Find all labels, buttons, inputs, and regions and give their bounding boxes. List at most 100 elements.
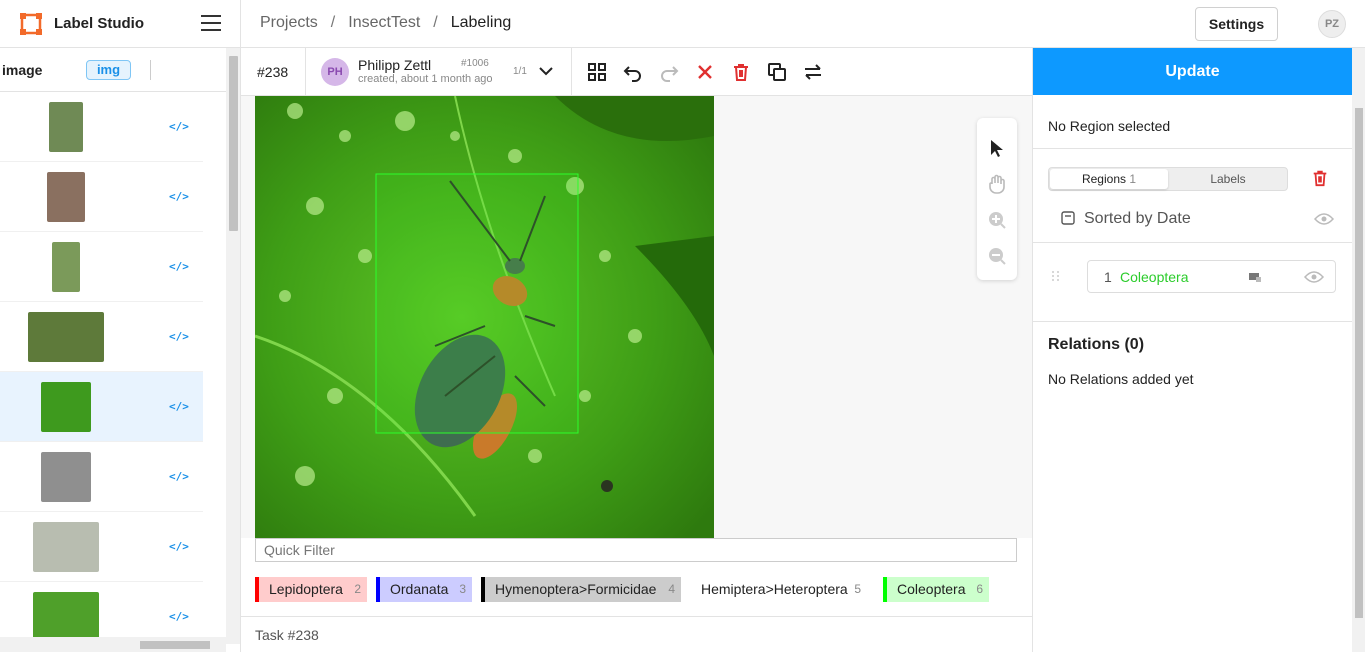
zoom-out-icon[interactable]	[987, 246, 1007, 266]
annotator-name: Philipp Zettl	[358, 57, 432, 73]
region-label: Coleoptera	[1120, 269, 1189, 285]
task-thumbnail[interactable]	[47, 172, 85, 222]
label-chip[interactable]: Hymenoptera>Formicidae 4	[481, 577, 681, 602]
task-thumbnail[interactable]	[52, 242, 80, 292]
swap-icon[interactable]	[803, 62, 823, 82]
label-chip[interactable]: Coleoptera 6	[883, 577, 989, 602]
redo-icon[interactable]	[659, 62, 679, 82]
sort-icon[interactable]	[1061, 211, 1075, 225]
pan-hand-icon[interactable]	[987, 174, 1007, 194]
column-type-badge: img	[86, 60, 131, 80]
reset-close-icon[interactable]	[695, 62, 715, 82]
task-thumbnail[interactable]	[33, 522, 99, 572]
regions-labels-toggle: Regions 1 Labels	[1048, 167, 1288, 191]
code-icon[interactable]: </>	[169, 260, 189, 273]
table-row[interactable]: </>	[0, 442, 203, 512]
code-icon[interactable]: </>	[169, 330, 189, 343]
settings-button[interactable]: Settings	[1195, 7, 1278, 41]
update-button[interactable]: Update	[1033, 48, 1352, 95]
task-thumbnail[interactable]	[41, 452, 91, 502]
sort-order-label[interactable]: Sorted by Date	[1084, 210, 1191, 228]
breadcrumb: Projects / InsectTest / Labeling	[260, 14, 512, 31]
task-footer-label: Task #238	[255, 627, 319, 643]
label-chip[interactable]: Lepidoptera 2	[255, 577, 367, 602]
insect-image[interactable]	[255, 96, 714, 538]
side-panel-scrollbar[interactable]	[1352, 48, 1365, 652]
relations-empty-text: No Relations added yet	[1048, 371, 1194, 387]
breadcrumb-current: Labeling	[450, 14, 512, 31]
undo-icon[interactable]	[623, 62, 643, 82]
app-name: Label Studio	[54, 15, 144, 32]
chevron-down-icon[interactable]	[538, 63, 554, 79]
breadcrumb-projects[interactable]: Projects	[260, 14, 318, 31]
menu-icon[interactable]	[201, 15, 221, 33]
no-region-text: No Region selected	[1048, 118, 1171, 134]
insect-photo	[255, 96, 714, 538]
task-list-hscrollbar[interactable]	[0, 637, 226, 652]
delete-icon[interactable]	[731, 62, 751, 82]
delete-all-regions-icon[interactable]	[1311, 169, 1329, 187]
rectangle-region-icon	[1249, 273, 1261, 282]
labeling-area: #238 PH Philipp Zettl #1006 created, abo…	[241, 48, 1032, 652]
relations-title: Relations (0)	[1048, 336, 1145, 353]
drag-handle-icon[interactable]	[1051, 270, 1061, 282]
task-thumbnail[interactable]	[41, 382, 91, 432]
annotation-meta: created, about 1 month ago	[358, 73, 493, 85]
tab-labels[interactable]: Labels	[1169, 169, 1287, 189]
zoom-in-icon[interactable]	[987, 210, 1007, 230]
task-list-panel: image img </> </> </> </> </> </> </> </>	[0, 48, 241, 652]
label-name: Ordanata	[390, 581, 449, 597]
table-row[interactable]: </>	[0, 232, 203, 302]
grid-view-icon[interactable]	[587, 62, 607, 82]
tab-regions[interactable]: Regions 1	[1050, 169, 1168, 189]
label-name: Lepidoptera	[269, 581, 343, 597]
task-list-header: image img	[0, 48, 226, 92]
user-avatar[interactable]: PZ	[1318, 10, 1346, 38]
label-name: Hemiptera>Heteroptera	[701, 581, 848, 597]
code-icon[interactable]: </>	[169, 190, 189, 203]
duplicate-icon[interactable]	[767, 62, 787, 82]
table-row[interactable]: </>	[0, 302, 203, 372]
task-thumbnail[interactable]	[28, 312, 104, 362]
task-thumbnail[interactable]	[49, 102, 83, 152]
task-list-scrollbar[interactable]	[226, 48, 240, 644]
eye-icon[interactable]	[1314, 212, 1334, 226]
column-divider[interactable]	[150, 60, 151, 80]
label-name: Coleoptera	[897, 581, 966, 597]
label-studio-logo-icon	[20, 13, 42, 35]
side-panel: Update No Region selected Regions 1 Labe…	[1032, 48, 1365, 652]
table-row[interactable]: </>	[0, 372, 203, 442]
table-row[interactable]: </>	[0, 92, 203, 162]
region-visibility-eye-icon[interactable]	[1304, 270, 1324, 284]
annotation-id: #1006	[461, 58, 489, 69]
label-hotkey: 6	[976, 582, 983, 596]
column-header-image[interactable]: image	[2, 62, 42, 78]
code-icon[interactable]: </>	[169, 610, 189, 623]
quick-filter-input[interactable]	[255, 538, 1017, 562]
cursor-icon[interactable]	[987, 138, 1007, 158]
code-icon[interactable]: </>	[169, 120, 189, 133]
code-icon[interactable]: </>	[169, 470, 189, 483]
brand-area: Label Studio	[0, 0, 241, 48]
annotator-avatar: PH	[321, 58, 349, 86]
label-chip[interactable]: Hemiptera>Heteroptera 5	[687, 577, 867, 602]
task-thumbnail[interactable]	[33, 592, 99, 642]
table-row[interactable]: </>	[0, 512, 203, 582]
annotation-toolbar: #238 PH Philipp Zettl #1006 created, abo…	[241, 48, 1032, 96]
annotation-count: 1/1	[513, 66, 527, 77]
label-name: Hymenoptera>Formicidae	[495, 581, 657, 597]
region-item[interactable]: 1 Coleoptera	[1087, 260, 1336, 293]
top-bar: Label Studio Projects / InsectTest / Labelin…	[0, 0, 1365, 48]
code-icon[interactable]: </>	[169, 540, 189, 553]
label-hotkey: 3	[459, 582, 466, 596]
code-icon[interactable]: </>	[169, 400, 189, 413]
label-hotkey: 2	[354, 582, 361, 596]
table-row[interactable]: </>	[0, 162, 203, 232]
breadcrumb-project[interactable]: InsectTest	[348, 14, 420, 31]
task-id: #238	[257, 64, 289, 80]
image-canvas[interactable]	[241, 96, 1032, 538]
label-hotkey: 4	[668, 582, 675, 596]
label-hotkey: 5	[854, 582, 861, 596]
label-chip[interactable]: Ordanata 3	[376, 577, 472, 602]
region-index: 1	[1104, 269, 1112, 285]
